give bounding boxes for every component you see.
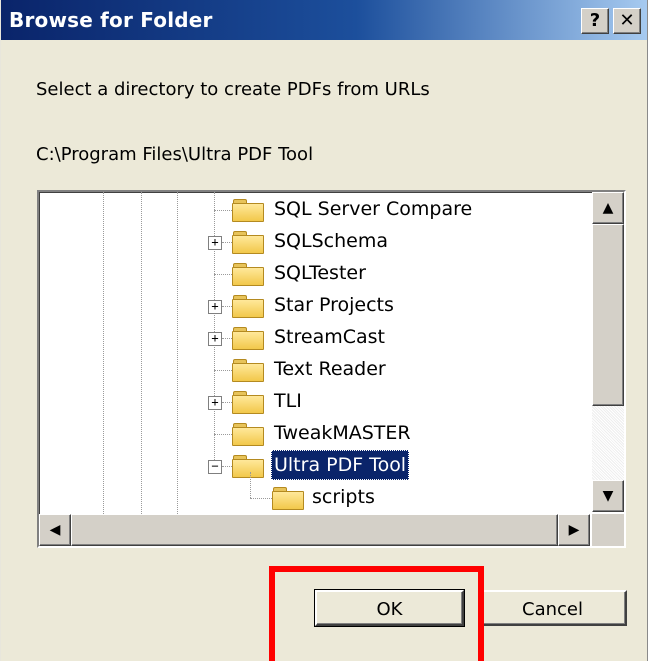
tree-item-label[interactable]: SQLTester bbox=[271, 258, 369, 288]
tree-connector bbox=[214, 434, 232, 435]
folder-icon bbox=[232, 327, 264, 350]
tree-item[interactable]: TweakMASTER bbox=[39, 418, 589, 450]
tree-connector bbox=[222, 338, 232, 339]
tree-connector bbox=[214, 210, 232, 211]
tree-item[interactable]: + TLI bbox=[39, 386, 589, 418]
expand-icon[interactable]: + bbox=[208, 300, 222, 314]
tree-item[interactable]: + SQLSchema bbox=[39, 226, 589, 258]
horizontal-scroll-thumb[interactable] bbox=[71, 514, 558, 546]
vertical-scrollbar[interactable]: ▲ ▼ bbox=[592, 192, 624, 512]
scroll-up-button[interactable]: ▲ bbox=[592, 192, 624, 224]
tree-item[interactable]: + Star Projects bbox=[39, 290, 589, 322]
tree-item-label[interactable]: scripts bbox=[309, 482, 378, 512]
scroll-thumb[interactable] bbox=[592, 224, 624, 406]
tree-item-label[interactable]: TweakMASTER bbox=[271, 418, 414, 448]
tree-connector bbox=[222, 242, 232, 243]
folder-icon bbox=[232, 391, 264, 414]
folder-icon bbox=[232, 359, 264, 382]
tree-item[interactable]: SQLTester bbox=[39, 258, 589, 290]
tree-item-label[interactable]: Text Reader bbox=[271, 354, 389, 384]
tree-item[interactable]: scripts bbox=[39, 482, 589, 514]
scroll-left-button[interactable]: ◀ bbox=[39, 514, 71, 546]
tree-item[interactable]: Text Reader bbox=[39, 354, 589, 386]
tree-connector bbox=[222, 306, 232, 307]
folder-icon bbox=[232, 231, 264, 254]
current-path: C:\Program Files\Ultra PDF Tool bbox=[36, 144, 314, 165]
instruction-text: Select a directory to create PDFs from U… bbox=[36, 79, 430, 100]
folder-icon bbox=[232, 199, 264, 222]
tree-connector bbox=[214, 370, 232, 371]
tree-item[interactable]: + StreamCast bbox=[39, 322, 589, 354]
window-title: Browse for Folder bbox=[9, 8, 213, 32]
tree-item-label[interactable]: StreamCast bbox=[271, 322, 388, 352]
folder-tree[interactable]: SQL Server Compare + SQLSchema SQLTester… bbox=[37, 190, 626, 548]
tree-connector bbox=[214, 274, 232, 275]
tree-item-label[interactable]: Ultra PDF Tool bbox=[271, 450, 410, 480]
help-button[interactable]: ? bbox=[581, 8, 609, 34]
tree-connector bbox=[250, 498, 272, 499]
tree-item-selected[interactable]: − Ultra PDF Tool bbox=[39, 450, 589, 482]
scroll-down-button[interactable]: ▼ bbox=[592, 480, 624, 512]
collapse-icon[interactable]: − bbox=[208, 460, 222, 474]
browse-for-folder-dialog: Browse for Folder ? ✕ Select a directory… bbox=[0, 0, 648, 661]
annotation-highlight bbox=[269, 566, 484, 661]
scroll-right-button[interactable]: ▶ bbox=[558, 514, 590, 546]
tree-item-label[interactable]: SQL Server Compare bbox=[271, 194, 475, 224]
tree-item-label[interactable]: TLI bbox=[271, 386, 305, 416]
tree-connector bbox=[222, 466, 232, 467]
folder-icon bbox=[232, 263, 264, 286]
close-button[interactable]: ✕ bbox=[613, 8, 641, 34]
tree-item-label[interactable]: SQLSchema bbox=[271, 226, 391, 256]
tree-item[interactable]: SQL Server Compare bbox=[39, 194, 589, 226]
expand-icon[interactable]: + bbox=[208, 236, 222, 250]
tree-connector bbox=[222, 402, 232, 403]
expand-icon[interactable]: + bbox=[208, 332, 222, 346]
expand-icon[interactable]: + bbox=[208, 396, 222, 410]
open-folder-icon bbox=[232, 455, 264, 478]
folder-icon bbox=[232, 295, 264, 318]
title-bar[interactable]: Browse for Folder ? ✕ bbox=[1, 0, 647, 40]
folder-icon bbox=[232, 423, 264, 446]
scrollbar-corner bbox=[592, 514, 624, 546]
tree-item-label[interactable]: Star Projects bbox=[271, 290, 397, 320]
folder-icon bbox=[272, 487, 304, 510]
horizontal-scrollbar[interactable]: ◀ ▶ bbox=[39, 514, 590, 546]
cancel-button[interactable]: Cancel bbox=[478, 590, 627, 626]
